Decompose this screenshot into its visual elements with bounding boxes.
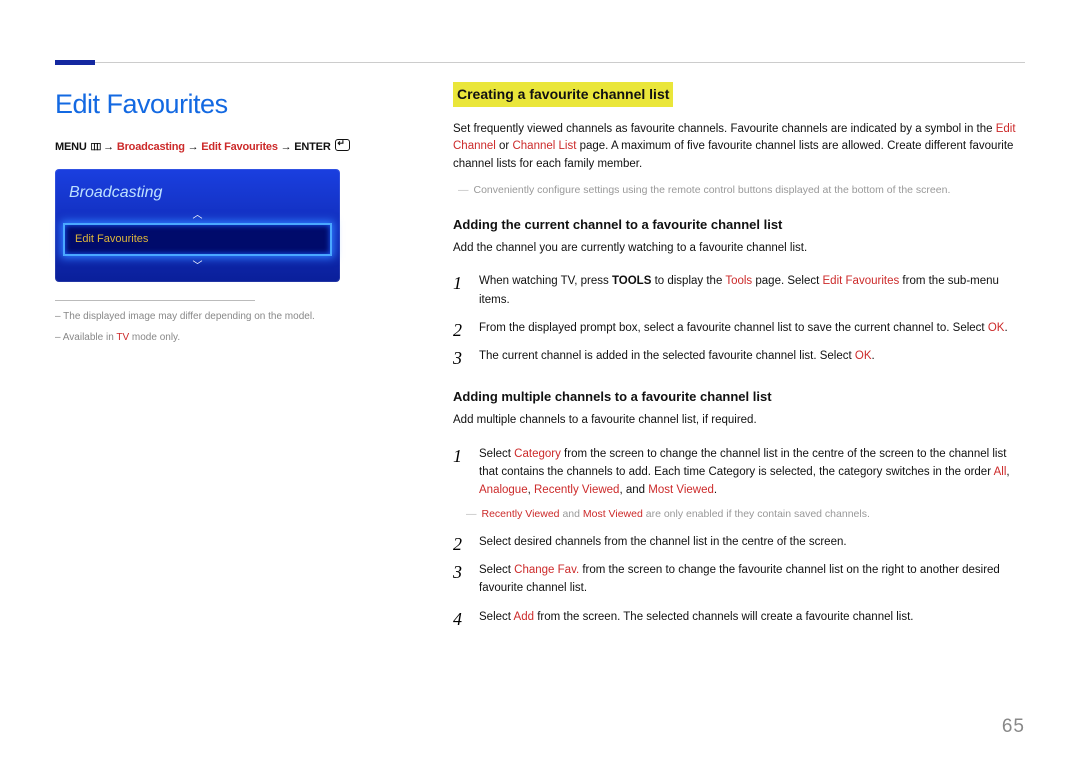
step-3: The current channel is added in the sele… [453,342,1025,370]
s3t1: The current channel is added in the sele… [479,350,855,362]
mstep-4: Select Add from the screen. The selected… [453,603,1025,631]
s1b1: TOOLS [612,275,651,287]
m1a5: Most Viewed [648,484,714,496]
header-rule [55,62,1025,63]
footnote-rule [55,300,255,301]
two-column-layout: Edit Favourites MENU ▯▯▯ → Broadcasting … [55,78,1025,631]
mstep-1: Select Category from the screen to chang… [453,440,1025,528]
footnote-model-text: The displayed image may differ depending… [63,311,315,322]
m1a4: Recently Viewed [534,484,619,496]
enter-icon [335,139,350,151]
m1nt1: and [560,508,583,520]
path-broadcasting: Broadcasting [117,141,185,153]
m1na2: Most Viewed [583,508,643,520]
footnote-tv-pre: Available in [63,332,117,343]
m1t1: Select [479,448,514,460]
s3t2: . [872,350,875,362]
subhead-multiple: Adding multiple channels to a favourite … [453,387,1025,407]
s3a1: OK [855,350,872,362]
path-arrow: → [188,141,199,153]
steps-current: When watching TV, press TOOLS to display… [453,267,1025,371]
m1c3: , and [619,484,648,496]
left-column: Edit Favourites MENU ▯▯▯ → Broadcasting … [55,78,425,631]
m4t2: from the screen. The selected channels w… [534,611,913,623]
intro-paragraph: Set frequently viewed channels as favour… [453,121,1025,173]
path-arrow: → [281,141,292,153]
right-column: Creating a favourite channel list Set fr… [453,78,1025,631]
footnote-model: – The displayed image may differ dependi… [55,309,425,324]
page-number: 65 [1002,713,1025,742]
subhead-current: Adding the current channel to a favourit… [453,215,1025,235]
path-edit-favourites: Edit Favourites [201,141,277,153]
mstep-1-note: Recently Viewed and Most Viewed are only… [461,506,1025,523]
step-2: From the displayed prompt box, select a … [453,314,1025,342]
s1t1: When watching TV, press [479,275,612,287]
s2t1: From the displayed prompt box, select a … [479,322,988,334]
chevron-down-icon: ﹀ [55,262,340,272]
m4t1: Select [479,611,514,623]
manual-page: Edit Favourites MENU ▯▯▯ → Broadcasting … [0,0,1080,763]
intro-a2: Channel List [512,140,576,152]
m3a1: Change Fav. [514,564,579,576]
s2t2: . [1004,322,1007,334]
m3t1: Select [479,564,514,576]
m1c1: , [1006,466,1009,478]
s1a1: Tools [725,275,752,287]
footnote-tvmode: – Available in TV mode only. [55,330,425,345]
screen-panel-title: Broadcasting [55,177,340,213]
s2a1: OK [988,322,1005,334]
s1a2: Edit Favourites [823,275,900,287]
intro-dash-note: Conveniently configure settings using th… [453,183,1025,199]
tv-screen-mockup: Broadcasting ︿ Edit Favourites ﹀ [55,169,340,282]
menu-path: MENU ▯▯▯ → Broadcasting → Edit Favourite… [55,139,425,156]
lead-multiple: Add multiple channels to a favourite cha… [453,412,1025,429]
m1na1: Recently Viewed [482,508,560,520]
mstep-3: Select Change Fav. from the screen to ch… [453,556,1025,603]
m1a1: Category [514,448,561,460]
mstep-2: Select desired channels from the channel… [453,528,1025,556]
s1t3: page. Select [752,275,822,287]
section-heading: Creating a favourite channel list [453,82,673,107]
footnote-tv-post: mode only. [129,332,180,343]
lead-current: Add the channel you are currently watchi… [453,240,1025,257]
m1a2: All [994,466,1007,478]
step-1: When watching TV, press TOOLS to display… [453,267,1025,314]
enter-label: ENTER [294,141,330,153]
menu-grid-icon: ▯▯▯ [90,140,99,154]
footnote-tv-accent: TV [116,332,129,343]
chevron-up-icon: ︿ [55,211,340,221]
m1t3: . [714,484,717,496]
intro-t2: or [496,140,513,152]
menu-label: MENU [55,141,87,153]
m1a3: Analogue [479,484,528,496]
intro-t1: Set frequently viewed channels as favour… [453,123,996,135]
m1nt2: are only enabled if they contain saved c… [643,508,870,520]
page-title: Edit Favourites [55,84,425,125]
path-arrow: → [103,141,114,153]
s1t2: to display the [651,275,725,287]
m4a1: Add [514,611,534,623]
steps-multiple: Select Category from the screen to chang… [453,440,1025,632]
screen-selected-item: Edit Favourites [63,223,332,256]
